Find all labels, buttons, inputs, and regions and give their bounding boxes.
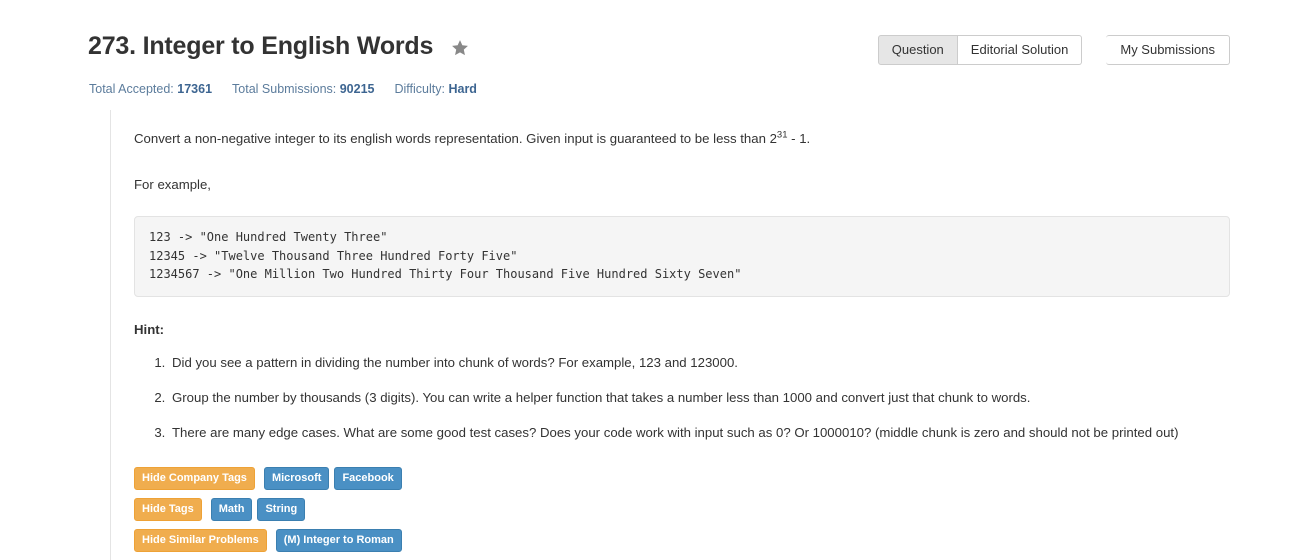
stat-total-submissions: Total Submissions: 90215 <box>232 82 374 96</box>
company-tag-microsoft[interactable]: Microsoft <box>263 466 330 490</box>
star-icon[interactable] <box>451 39 469 57</box>
company-tags-row: Hide Company Tags Microsoft Facebook <box>134 466 1231 490</box>
for-example-label: For example, <box>134 177 211 192</box>
stat-difficulty-label: Difficulty: <box>394 82 445 96</box>
topic-tag-math[interactable]: Math <box>210 497 253 521</box>
stat-difficulty-value: Hard <box>448 82 477 96</box>
stat-difficulty: Difficulty: Hard <box>395 82 477 96</box>
tab-question[interactable]: Question <box>877 35 958 65</box>
list-item: Group the number by thousands (3 digits)… <box>169 388 1230 408</box>
hide-tags-button[interactable]: Hide Tags <box>134 497 202 521</box>
company-tag-facebook[interactable]: Facebook <box>334 466 402 490</box>
list-item: There are many edge cases. What are some… <box>169 423 1230 443</box>
stat-total-accepted-label: Total Accepted: <box>89 82 174 96</box>
tab-editorial-solution[interactable]: Editorial Solution <box>957 35 1083 65</box>
topic-tag-string[interactable]: String <box>257 497 306 521</box>
page-header: 273. Integer to English Words Total Acce… <box>0 0 1289 105</box>
problem-description: Convert a non-negative integer to its en… <box>134 129 1231 149</box>
stat-total-accepted: Total Accepted: 17361 <box>89 82 212 96</box>
stat-total-submissions-label: Total Submissions: <box>232 82 337 96</box>
question-tab-group: Question Editorial Solution <box>877 35 1083 65</box>
problem-description-part2: - 1. <box>787 131 811 146</box>
title-row: 273. Integer to English Words <box>88 30 469 62</box>
hint-list: Did you see a pattern in dividing the nu… <box>134 353 1231 443</box>
problem-description-exponent: 31 <box>776 129 788 141</box>
hint-label: Hint: <box>134 321 165 337</box>
hide-company-tags-button[interactable]: Hide Company Tags <box>134 466 255 490</box>
similar-problems-row: Hide Similar Problems (M) Integer to Rom… <box>134 528 1231 552</box>
page-title: 273. Integer to English Words <box>88 32 434 60</box>
my-submissions-group: My Submissions <box>1106 35 1230 65</box>
problem-content: Convert a non-negative integer to its en… <box>110 110 1231 560</box>
tag-sections: Hide Company Tags Microsoft Facebook Hid… <box>134 466 1231 552</box>
hide-similar-problems-button[interactable]: Hide Similar Problems <box>134 528 267 552</box>
code-example-block: 123 -> "One Hundred Twenty Three" 12345 … <box>134 216 1230 297</box>
topic-tags-row: Hide Tags Math String <box>134 497 1231 521</box>
my-submissions-button[interactable]: My Submissions <box>1106 35 1230 65</box>
similar-problem-integer-to-roman[interactable]: (M) Integer to Roman <box>275 528 402 552</box>
problem-description-part1: Convert a non-negative integer to its en… <box>134 131 777 146</box>
stat-total-accepted-value: 17361 <box>177 82 213 96</box>
header-button-groups: Question Editorial Solution My Submissio… <box>877 35 1230 65</box>
problem-stats: Total Accepted: 17361 Total Submissions: … <box>89 82 497 96</box>
stat-total-submissions-value: 90215 <box>339 82 375 96</box>
list-item: Did you see a pattern in dividing the nu… <box>169 353 1230 373</box>
